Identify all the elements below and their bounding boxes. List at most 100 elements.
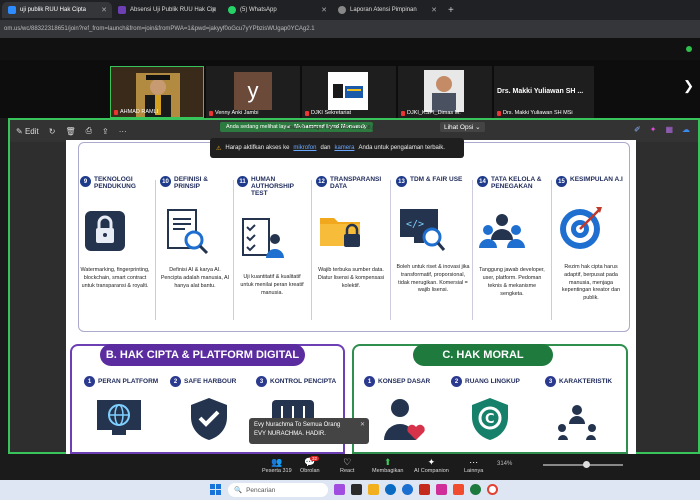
section-b-item: 3 KONTROL PENCIPTA xyxy=(256,376,336,387)
topic-title: TRANSPARANSI DATA xyxy=(330,176,382,191)
divider xyxy=(472,180,473,320)
app-icon[interactable] xyxy=(470,484,481,495)
new-tab-button[interactable]: + xyxy=(448,5,454,16)
participant-tile[interactable]: Drs. Makki Yuliawan SH ... Drs. Makki Yu… xyxy=(494,66,594,118)
rotate-icon[interactable]: ↻ xyxy=(49,127,56,136)
close-icon[interactable]: ✕ xyxy=(101,6,107,14)
padlock-circuit-icon xyxy=(85,211,125,252)
item-label: RUANG LINGKUP xyxy=(465,378,520,385)
edit-icon[interactable]: ✎ Edit xyxy=(16,127,39,136)
close-icon[interactable]: ✕ xyxy=(211,6,217,14)
print-icon[interactable]: ⎙ xyxy=(86,126,92,136)
tab-label: Laporan Atensi Pimpinan xyxy=(350,7,417,13)
ai-companion-label: AI Companion xyxy=(414,468,449,474)
address-bar[interactable]: om.us/wc/88322318651/join?ref_from=launc… xyxy=(0,20,700,38)
topic-description: Wajib terbuka sumber data. Diatur lisens… xyxy=(317,267,385,289)
participant-display-name: Drs. Makki Yuliawan SH ... xyxy=(497,88,584,95)
chat-notification[interactable]: Evy Nurachma To Semua Orang EVY NURACHMA… xyxy=(249,418,369,444)
item-number: 3 xyxy=(256,376,267,387)
share-button[interactable]: ⬆ Membagikan xyxy=(372,457,404,474)
chat-label: Obrolan xyxy=(300,468,320,474)
topic-column: 11 HUMAN AUTHORSHIP TEST Uji kuantitatif … xyxy=(237,176,307,326)
windows-start-icon[interactable] xyxy=(210,484,221,495)
muted-mic-icon xyxy=(114,109,118,115)
monitor-globe-icon xyxy=(97,400,141,435)
section-c-item: 3 KARAKTERISTIK xyxy=(545,376,612,387)
ai-companion-button[interactable]: ✦ AI Companion xyxy=(414,457,449,474)
draw-icon[interactable]: ✐ xyxy=(634,125,641,134)
participant-gallery: AHMAD RAMLI y Venny Anki Jambi DJKI Sekr… xyxy=(0,60,700,118)
apps-icon[interactable]: ▦ xyxy=(665,125,673,134)
app-icon[interactable] xyxy=(351,484,362,495)
svg-text:</>: </> xyxy=(406,219,424,230)
topic-column: 12 TRANSPARANSI DATA Wajib terbuka sumber… xyxy=(316,176,386,326)
app-icon[interactable] xyxy=(334,484,345,495)
topic-description: Definisi AI & karya AI. Pencipta adalah … xyxy=(160,267,230,289)
alert-suffix: Anda untuk pengalaman terbaik. xyxy=(358,145,445,151)
share-screen-icon: ⬆ xyxy=(383,457,392,467)
divider xyxy=(155,180,156,320)
folder-icon[interactable] xyxy=(368,484,379,495)
image-caption: ChatGPT Image 4 Mar 2026, 11.37.58.jpeg xyxy=(286,125,382,131)
hp-icon[interactable] xyxy=(402,484,413,495)
participants-label: Peserta xyxy=(262,468,281,474)
participant-tile[interactable]: y Venny Anki Jambi xyxy=(206,66,300,118)
more-button[interactable]: ⋯ Lainnya xyxy=(464,457,483,474)
camera-link[interactable]: kamera xyxy=(334,145,354,151)
section-c-item: 2 RUANG LINGKUP xyxy=(451,376,520,387)
mic-link[interactable]: mikrofon xyxy=(293,145,316,151)
divider xyxy=(390,180,391,320)
meeting-top-bar xyxy=(0,38,700,60)
chat-button[interactable]: 32 💬 Obrolan xyxy=(300,456,320,474)
alert-prefix: Harap aktifkan akses ke xyxy=(225,145,290,151)
view-options-button[interactable]: Lihat Opsi ⌄ xyxy=(440,122,485,132)
onedrive-icon[interactable]: ☁ xyxy=(682,125,690,134)
app-icon[interactable] xyxy=(419,484,430,495)
close-icon[interactable]: ✕ xyxy=(431,6,437,14)
tab-3[interactable]: Laporan Atensi Pimpinan ✕ xyxy=(332,2,442,18)
chat-message: EVY NURACHMA. HADIR. xyxy=(254,431,326,437)
tab-0[interactable]: uji publik RUU Hak Cipta ✕ xyxy=(2,2,112,18)
edge-icon[interactable] xyxy=(385,484,396,495)
item-number: 2 xyxy=(170,376,181,387)
divider xyxy=(311,180,312,320)
alert-and: dan xyxy=(320,145,331,151)
muted-mic-icon xyxy=(305,110,309,116)
tab-2[interactable]: (5) WhatsApp ✕ xyxy=(222,2,332,18)
search-placeholder: Pencarian xyxy=(246,486,276,494)
more-icon[interactable]: ··· xyxy=(119,127,127,136)
tab-1[interactable]: Absensi Uji Publik RUU Hak Cip ✕ xyxy=(112,2,222,18)
browser-tab-bar: uji publik RUU Hak Cipta ✕ Absensi Uji Pu… xyxy=(0,0,700,20)
office-icon[interactable] xyxy=(453,484,464,495)
delete-icon[interactable]: 🗑 xyxy=(65,127,75,136)
zoom-slider[interactable] xyxy=(543,461,623,468)
participants-button[interactable]: 👥 Peserta 319 xyxy=(262,457,292,474)
participant-tile[interactable]: DJKI_KSPI_Dimas M. xyxy=(398,66,492,118)
sparkle-icon: ✦ xyxy=(427,457,436,467)
tab-label: (5) WhatsApp xyxy=(240,7,277,13)
share-icon[interactable]: ⇪ xyxy=(102,127,109,136)
close-icon[interactable]: ✕ xyxy=(360,421,365,430)
muted-mic-icon xyxy=(401,110,405,116)
app-icon[interactable] xyxy=(436,484,447,495)
topic-description: Watermarking, fingerprinting, blockchain… xyxy=(80,267,150,289)
topic-title: TEKNOLOGI PENDUKUNG xyxy=(94,176,136,191)
slider-handle[interactable] xyxy=(583,461,590,468)
search-icon: 🔍 xyxy=(234,487,243,494)
globe-favicon-icon xyxy=(338,6,346,14)
close-icon[interactable]: ✕ xyxy=(321,6,327,14)
participant-tile[interactable]: DJKI Sekretariat xyxy=(302,66,396,118)
topic-number: 10 xyxy=(160,176,171,187)
react-button[interactable]: ♡ React xyxy=(340,457,354,474)
taskbar-search[interactable]: 🔍 Pencarian xyxy=(228,483,328,497)
item-number: 3 xyxy=(545,376,556,387)
chrome-icon[interactable] xyxy=(487,484,498,495)
whatsapp-favicon-icon xyxy=(228,6,236,14)
notice-prefix: Anda sedang melihat layar xyxy=(226,124,292,130)
chevron-right-icon[interactable]: ❯ xyxy=(683,78,694,94)
topic-column: 13 TDM & FAIR USE </> Boleh untuk riset &… xyxy=(396,176,470,326)
svg-text:C: C xyxy=(485,412,495,427)
participant-name: DJKI_KSPI_Dimas M. xyxy=(407,110,461,116)
participant-tile[interactable]: AHMAD RAMLI xyxy=(110,66,204,118)
copilot-icon[interactable]: ✦ xyxy=(650,125,657,134)
